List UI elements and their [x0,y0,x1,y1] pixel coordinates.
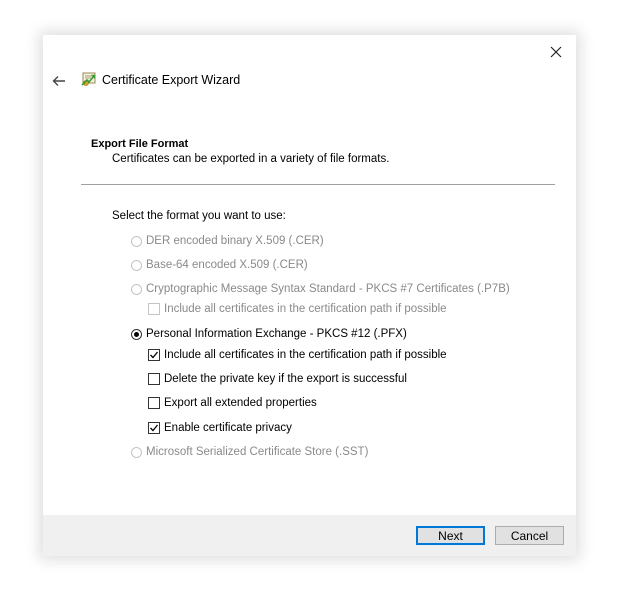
wizard-title: Certificate Export Wizard [102,73,241,87]
section-title: Export File Format [91,138,189,150]
back-arrow-icon [52,76,65,86]
radio-button[interactable] [131,259,142,271]
checkbox-checked[interactable] [148,422,160,434]
checkmark-icon [150,424,159,432]
checkbox-p7b-include-path-label: Include all certificates in the certific… [164,303,447,315]
format-prompt: Select the format you want to use: [112,210,286,222]
section-description: Certificates can be exported in a variet… [112,153,390,165]
checkbox[interactable] [148,397,160,409]
radio-pfx-option[interactable]: Personal Information Exchange - PKCS #12… [131,328,407,340]
next-button[interactable]: Next [416,526,485,545]
radio-pfx-label: Personal Information Exchange - PKCS #12… [146,328,407,340]
radio-base64-label: Base-64 encoded X.509 (.CER) [146,259,308,271]
radio-button-selected[interactable] [131,328,142,340]
checkbox[interactable] [148,373,160,385]
checkbox-delete-key-label: Delete the private key if the export is … [164,373,407,385]
close-button[interactable] [545,41,567,63]
radio-sst-label: Microsoft Serialized Certificate Store (… [146,446,369,458]
radio-der-label: DER encoded binary X.509 (.CER) [146,235,324,247]
checkbox-checked[interactable] [148,349,160,361]
checkmark-icon [150,351,159,359]
checkbox-delete-key-option[interactable]: Delete the private key if the export is … [148,373,407,385]
radio-selected-dot [134,331,139,337]
radio-pkcs7-label: Cryptographic Message Syntax Standard - … [146,283,510,295]
certificate-icon [81,72,96,86]
radio-der-option[interactable]: DER encoded binary X.509 (.CER) [131,235,324,247]
certificate-export-dialog: Certificate Export Wizard Export File Fo… [43,35,576,556]
checkbox-include-path-option[interactable]: Include all certificates in the certific… [148,349,447,361]
checkbox[interactable] [148,303,160,315]
checkbox-p7b-include-path-option[interactable]: Include all certificates in the certific… [148,303,447,315]
dialog-footer: Next Cancel [43,515,576,556]
cancel-button[interactable]: Cancel [495,526,564,545]
checkbox-certificate-privacy-option[interactable]: Enable certificate privacy [148,422,292,434]
radio-pkcs7-option[interactable]: Cryptographic Message Syntax Standard - … [131,283,510,295]
radio-button[interactable] [131,446,142,458]
radio-button[interactable] [131,283,142,295]
divider [81,184,555,185]
radio-button[interactable] [131,235,142,247]
back-button[interactable] [49,71,69,91]
checkbox-extended-properties-option[interactable]: Export all extended properties [148,397,317,409]
radio-base64-option[interactable]: Base-64 encoded X.509 (.CER) [131,259,308,271]
radio-sst-option[interactable]: Microsoft Serialized Certificate Store (… [131,446,368,458]
checkbox-extended-properties-label: Export all extended properties [164,397,317,409]
checkbox-certificate-privacy-label: Enable certificate privacy [164,422,292,434]
close-icon [550,46,562,58]
checkbox-include-path-label: Include all certificates in the certific… [164,349,447,361]
